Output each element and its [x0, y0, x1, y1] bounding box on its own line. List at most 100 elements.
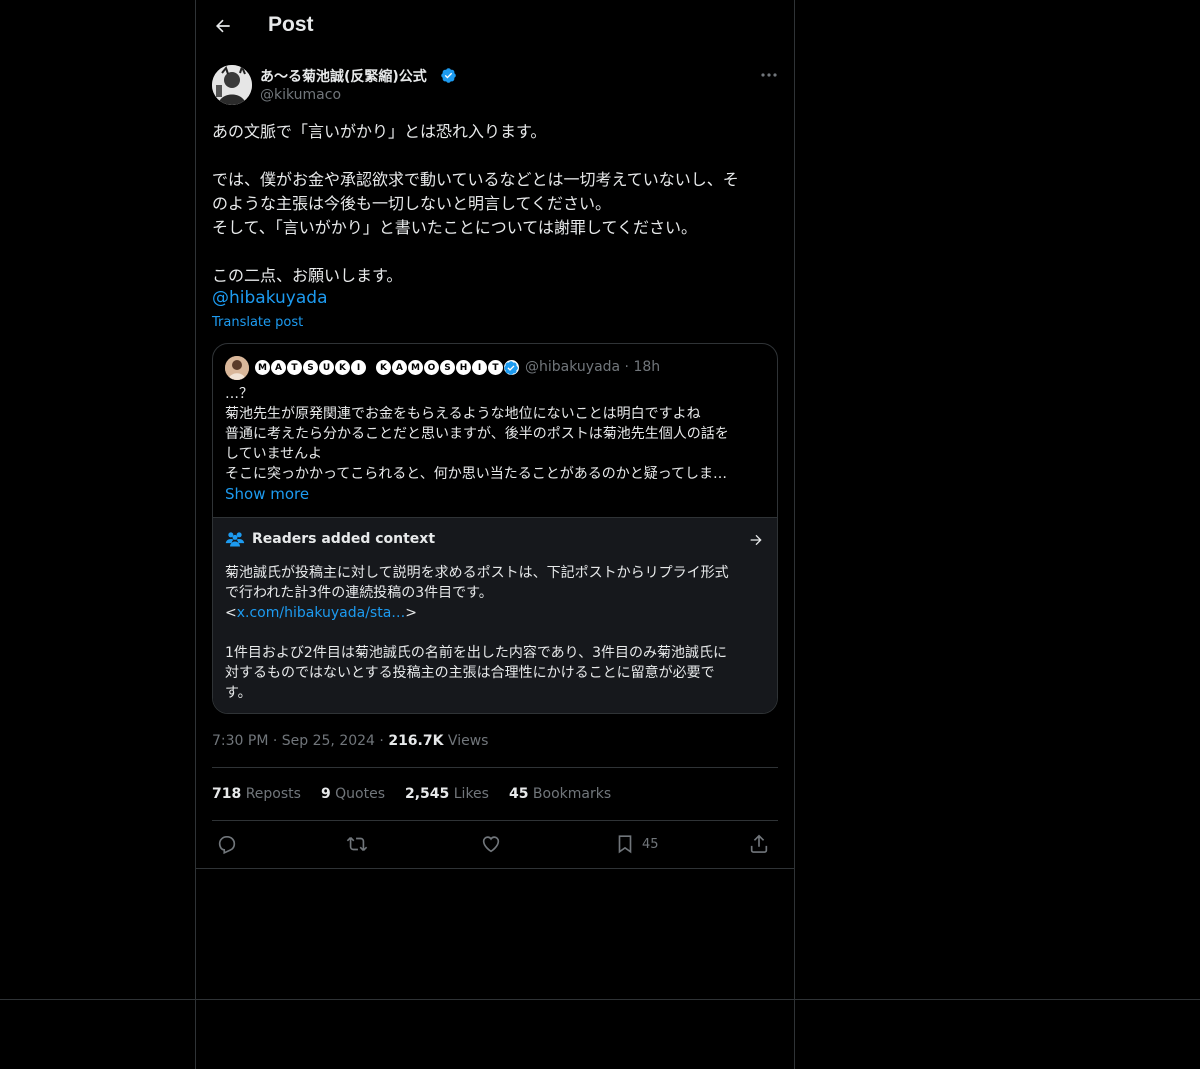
share-button[interactable] [748, 832, 770, 856]
reply-icon [218, 836, 236, 855]
post-time[interactable]: 7:30 PM [212, 733, 268, 749]
name-glyph: T [287, 360, 302, 375]
quoted-text-line: 菊池先生が原発関連でお金をもらえるような地位にないことは明白ですよね [225, 406, 701, 422]
post-text-line: この二点、お願いします。 [212, 266, 403, 285]
name-glyph: S [303, 360, 318, 375]
quoted-text-line: そこに突っかかってこられると、何か思い当たることがあるのかと疑ってしま… [225, 466, 728, 482]
post-column: Post あ〜る菊池誠(反緊縮)公式 @kikumaco あの文脈で「言いがかり… [195, 0, 795, 1069]
engagement-stats: 718 Reposts 9 Quotes 2,545 Likes 45 Book… [212, 786, 611, 802]
name-glyph: I [351, 360, 366, 375]
quoted-author-avatar [225, 356, 249, 380]
header-bar: Post [196, 0, 794, 54]
name-glyph: S [440, 360, 455, 375]
more-horizontal-icon [761, 73, 777, 77]
post-bottom-border [196, 868, 794, 869]
reposts-stat[interactable]: 718 Reposts [212, 786, 301, 802]
post-text-line: では、僕がお金や承認欲求で動いているなどとは一切考えていないし、そ [212, 170, 739, 189]
post-meta: 7:30 PM · Sep 25, 2024 · 216.7K Views [212, 733, 488, 749]
views-count: 216.7K [388, 733, 444, 749]
name-glyph: A [271, 360, 286, 375]
views-label: Views [447, 733, 489, 749]
author-handle[interactable]: @kikumaco [260, 87, 341, 103]
mention-link[interactable]: @hibakuyada [212, 288, 328, 308]
context-link-line: <x.com/hibakuyada/sta…> [225, 603, 770, 623]
stat-number: 2,545 [405, 786, 450, 802]
bookmarks-stat[interactable]: 45 Bookmarks [509, 786, 611, 802]
post-text-line [212, 240, 778, 264]
name-glyph: M [255, 360, 270, 375]
heart-icon [482, 836, 500, 853]
arrow-left-icon [216, 19, 230, 33]
post-date[interactable]: Sep 25, 2024 [282, 733, 375, 749]
post-text-line [212, 144, 778, 168]
quoted-post-text: …？ 菊池先生が原発関連でお金をもらえるような地位にないことは明白ですよね 普通… [225, 384, 770, 484]
reply-button[interactable] [216, 832, 238, 856]
name-glyph: K [376, 360, 391, 375]
context-line: で行われた計3件の連続投稿の3件目です。 [225, 585, 493, 601]
post-text-line: のような主張は今後も一切しないと明言してください。 [212, 194, 612, 213]
context-line: 対するものではないとする投稿主の主張は合理性にかけることに留意が必要で [225, 665, 715, 681]
show-more-link[interactable]: Show more [225, 485, 309, 503]
share-icon [750, 834, 768, 853]
post-text-line: そして、「言いがかり」と書いたことについては謝罪してください。 [212, 218, 697, 237]
repost-button[interactable] [346, 832, 368, 856]
name-glyph: T [488, 360, 503, 375]
arrow-right-icon [750, 534, 762, 546]
more-options-button[interactable] [756, 64, 782, 86]
quotes-stat[interactable]: 9 Quotes [321, 786, 385, 802]
meta-separator: · [374, 733, 389, 749]
link-bracket-close: > [405, 605, 418, 621]
context-line: す。 [225, 685, 252, 701]
stat-label: Quotes [335, 786, 385, 802]
stats-divider [212, 820, 778, 821]
page: Post あ〜る菊池誠(反緊縮)公式 @kikumaco あの文脈で「言いがかり… [0, 0, 1200, 1069]
name-glyph: A [392, 360, 407, 375]
name-glyph: K [335, 360, 350, 375]
bookmark-count: 45 [642, 836, 659, 852]
author-name[interactable]: あ〜る菊池誠(反緊縮)公式 [260, 66, 427, 86]
context-line: 1件目および2件目は菊池誠氏の名前を出した内容であり、3件目のみ菊池誠氏に [225, 645, 728, 661]
context-blank-line [225, 623, 770, 643]
name-glyph: H [456, 360, 471, 375]
quoted-post-card[interactable]: M A T S U K I K A M O S H I T A [212, 343, 778, 714]
translate-post-link[interactable]: Translate post [212, 315, 303, 330]
context-open-button[interactable] [745, 529, 767, 551]
avatar-image [212, 65, 252, 105]
author-avatar[interactable] [212, 65, 252, 105]
post-text-line: あの文脈で「言いがかり」とは恐れ入ります。 [212, 122, 547, 141]
people-icon [225, 532, 245, 547]
name-glyph: I [472, 360, 487, 375]
name-glyph: O [424, 360, 439, 375]
stat-number: 9 [320, 786, 331, 802]
likes-stat[interactable]: 2,545 Likes [405, 786, 489, 802]
name-glyph: M [408, 360, 423, 375]
bookmark-icon [618, 835, 632, 854]
context-source-link[interactable]: x.com/hibakuyada/sta… [237, 605, 406, 621]
bookmark-button[interactable]: 45 [614, 832, 659, 856]
quoted-handle-time: @hibakuyada · 18h [525, 359, 661, 375]
quoted-avatar-image [225, 356, 249, 380]
quoted-verified-badge-icon [504, 361, 518, 375]
context-line: 菊池誠氏が投稿主に対して説明を求めるポストは、下記ポストからリプライ形式 [225, 565, 729, 581]
like-button[interactable] [480, 832, 502, 856]
stat-label: Likes [453, 786, 489, 802]
post-text: あの文脈で「言いがかり」とは恐れ入ります。 では、僕がお金や承認欲求で動いている… [212, 120, 778, 288]
stat-number: 718 [212, 786, 242, 802]
quoted-author-name: M A T S U K I K A M O S H I T A [255, 360, 519, 376]
back-button[interactable] [206, 9, 240, 43]
context-title: Readers added context [252, 531, 436, 547]
meta-separator: · [268, 733, 282, 749]
stat-label: Bookmarks [532, 786, 612, 802]
repost-icon [346, 836, 368, 852]
readers-context-box[interactable]: Readers added context 菊池誠氏が投稿主に対して説明を求める… [213, 517, 777, 713]
quoted-text-line: 普通に考えたら分かることだと思いますが、後半のポストは菊池先生個人の話を [225, 426, 729, 442]
quoted-text-line: していませんよ [225, 446, 323, 462]
quoted-text-line: …？ [225, 386, 253, 402]
stat-label: Reposts [245, 786, 301, 802]
link-bracket-open: < [225, 605, 237, 621]
verified-badge-icon [441, 68, 456, 83]
name-glyph: U [319, 360, 334, 375]
page-title: Post [268, 13, 314, 36]
stat-number: 45 [508, 786, 529, 802]
action-bar: 45 [212, 830, 778, 858]
